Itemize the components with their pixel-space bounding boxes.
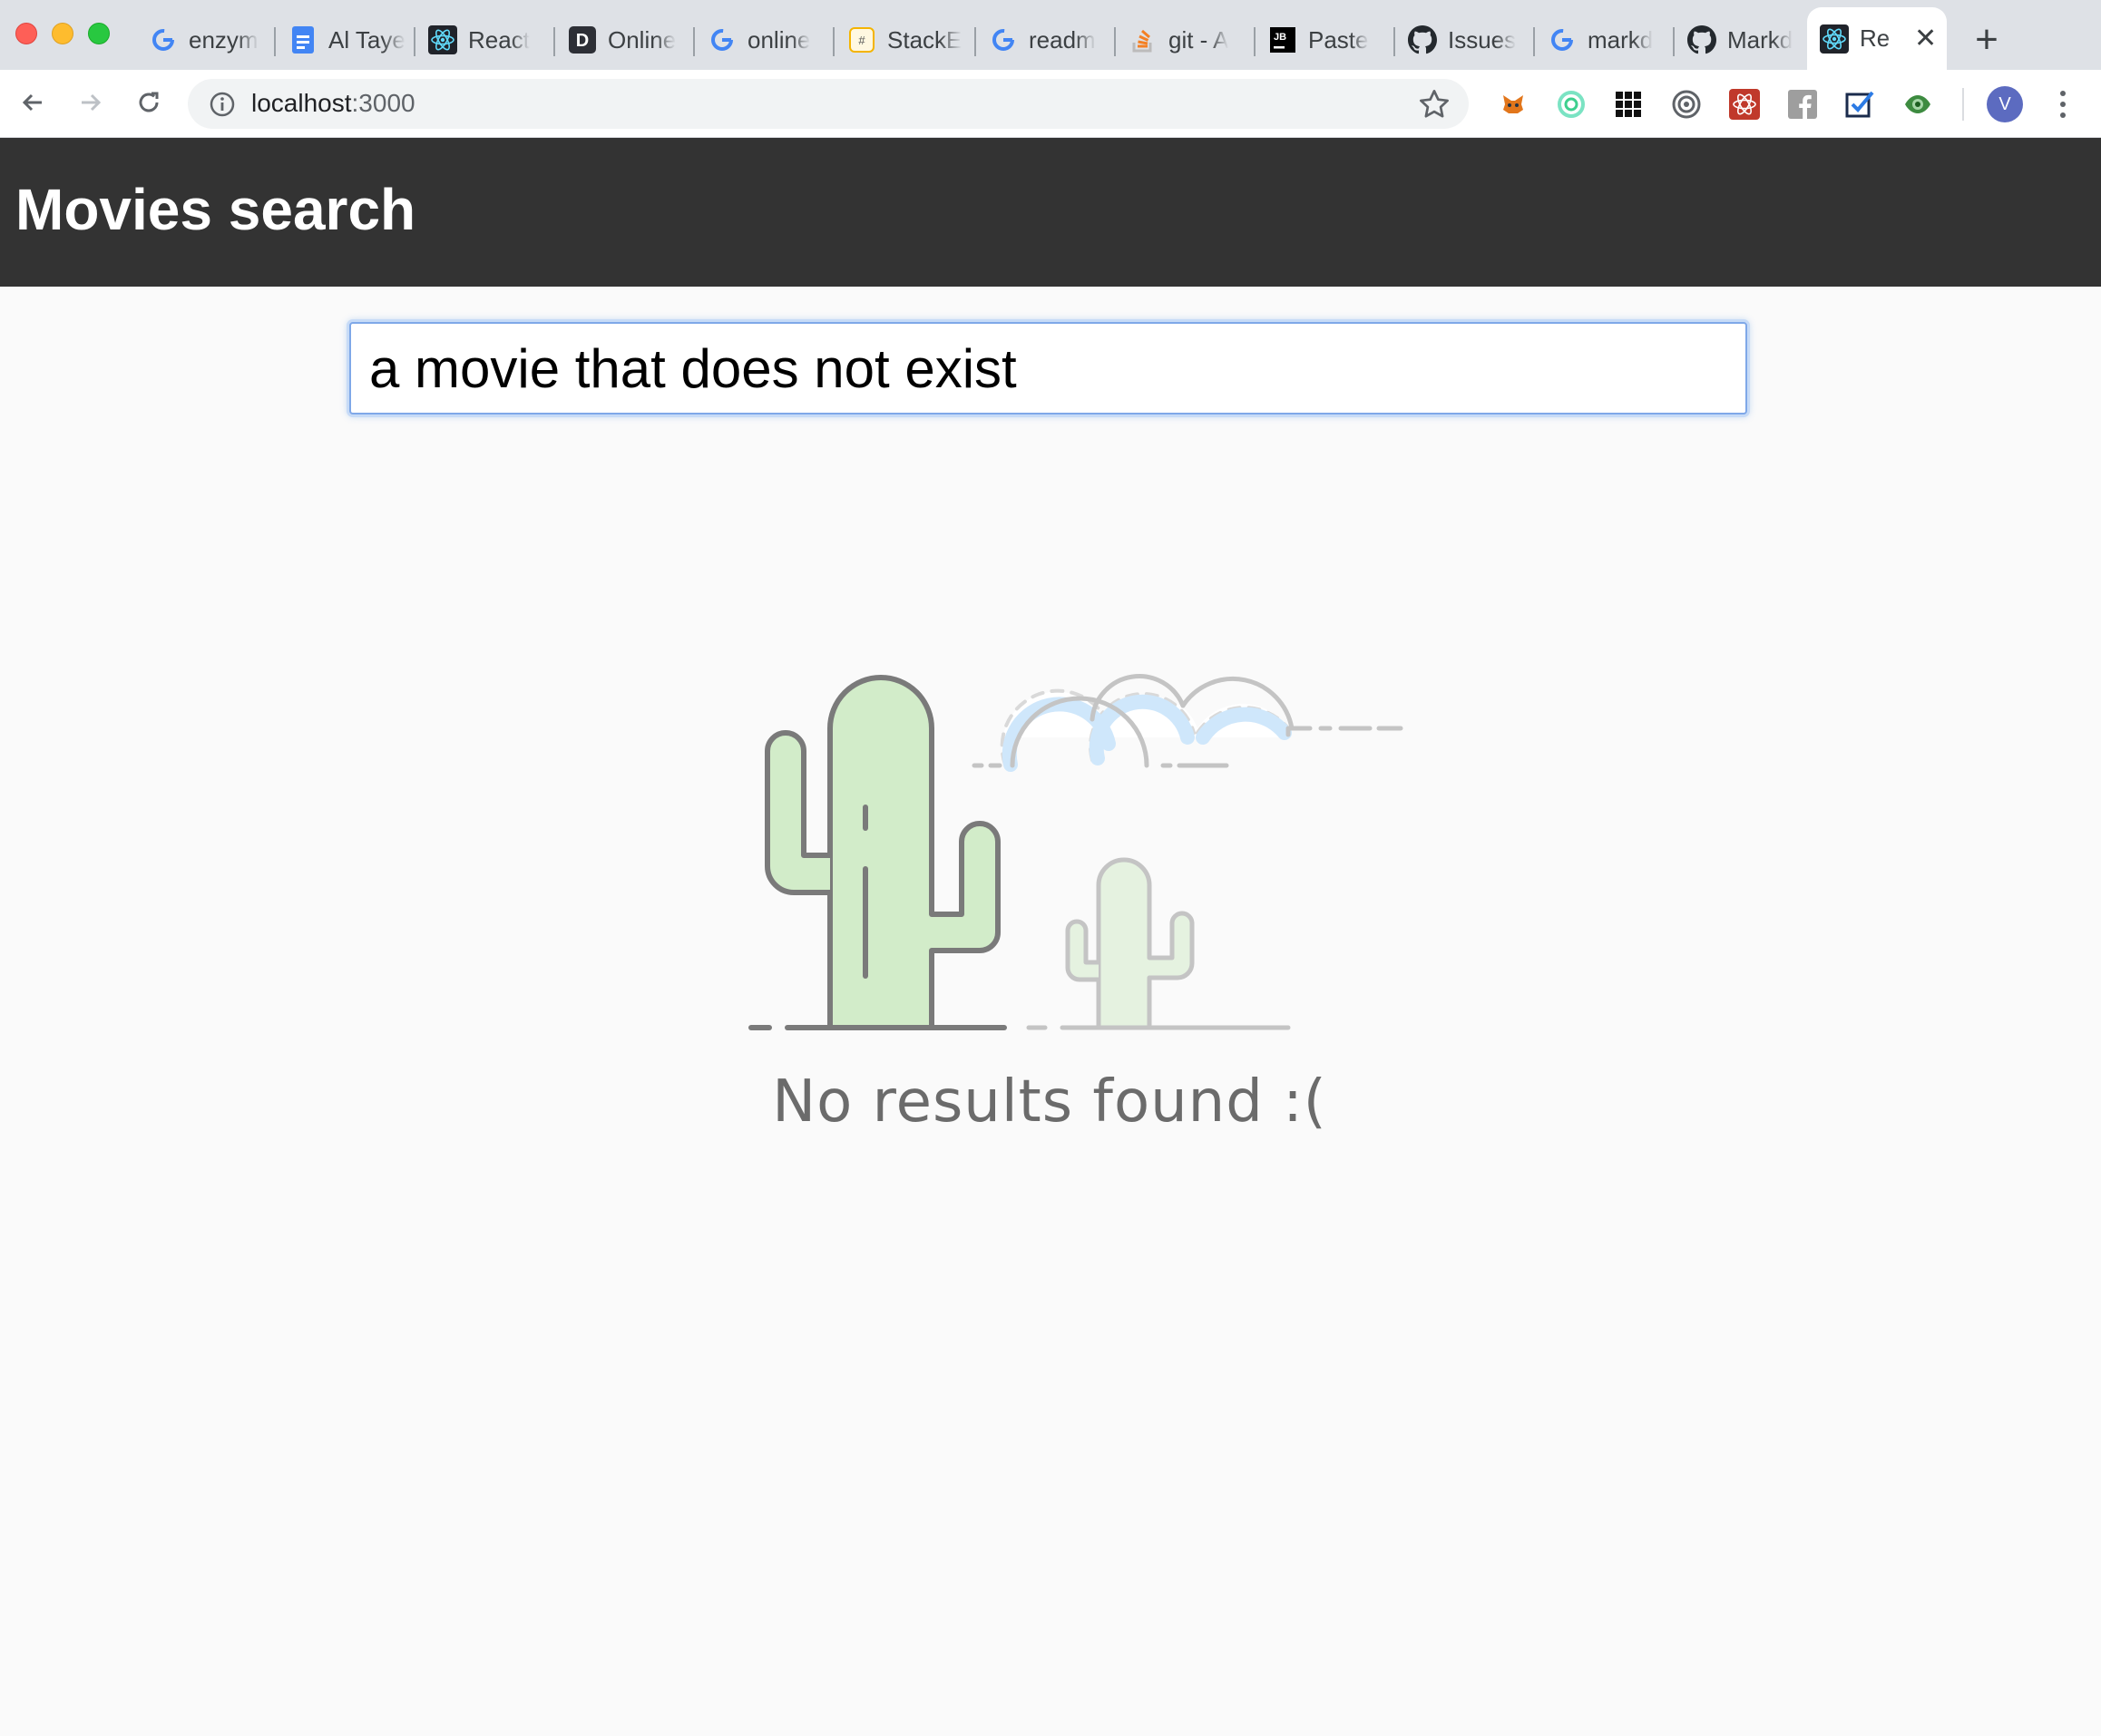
info-icon[interactable] [208,90,237,119]
minimize-window-button[interactable] [52,23,73,44]
new-tab-button[interactable]: + [1969,16,2005,63]
tab-active-react-app[interactable]: Re ✕ [1807,7,1947,70]
tab-git[interactable]: git - A [1116,16,1252,63]
url-port: :3000 [351,89,415,117]
small-cactus [1065,857,1195,1030]
reload-button[interactable] [127,81,171,124]
stackoverflow-icon [1129,25,1158,54]
google-docs-icon [288,25,318,54]
stackedit-icon: # [847,25,876,54]
tab-online-google[interactable]: online [695,16,831,63]
react-icon [1820,24,1849,54]
clouds [972,674,1403,772]
no-results-message: No results found :( [772,1068,1327,1136]
tab-al-taye[interactable]: Al Taye [276,16,412,63]
tab-stackedit[interactable]: # StackE [835,16,972,63]
tab-strip: enzym Al Taye React D Online online # St… [0,0,2101,70]
arrow-left-icon [22,93,42,112]
jetbrains-icon: JB [1268,25,1297,54]
toolbar-divider [1962,88,1964,121]
metamask-icon[interactable] [1495,86,1531,122]
tab-react[interactable]: React [415,16,552,63]
tab-markdown-google[interactable]: markd [1535,16,1671,63]
svg-text:JB: JB [1274,32,1286,43]
browser-toolbar: localhost:3000 V [0,70,2101,138]
cactus-illustration [748,674,1403,1030]
tab-title: markd [1588,25,1654,54]
arrow-right-icon [82,93,102,112]
tab-readme[interactable]: readm [976,16,1112,63]
google-icon [1548,25,1577,54]
page-title: Movies search [15,177,416,242]
more-menu-icon[interactable] [2052,84,2074,124]
tab-title: enzym [189,25,259,54]
tab-title: React [468,25,530,54]
forward-button[interactable] [69,81,112,124]
close-window-button[interactable] [15,23,37,44]
tab-enzyme[interactable]: enzym [136,16,274,63]
reload-icon [139,92,159,112]
search-input[interactable] [349,322,1747,414]
d-logo-icon: D [568,25,597,54]
tab-paste[interactable]: JB Paste [1256,16,1392,63]
google-icon [149,25,178,54]
github-icon [1408,25,1437,54]
tab-issues[interactable]: Issues [1395,16,1531,63]
profile-avatar[interactable]: V [1987,86,2023,122]
empty-state: No results found :( [584,542,1515,1235]
checkbox-extension-icon[interactable] [1842,86,1878,122]
svg-text:D: D [576,31,589,51]
tab-title: Markd [1727,25,1793,54]
tab-title: git - A [1168,25,1229,54]
star-icon[interactable] [1418,88,1451,121]
tab-title: readm [1029,25,1096,54]
facebook-icon[interactable] [1784,86,1821,122]
big-cactus [765,675,1001,1030]
google-icon [708,25,737,54]
tab-title: StackE [887,25,963,54]
tab-markdown-github[interactable]: Markd [1675,16,1811,63]
close-tab-icon[interactable]: ✕ [1914,23,1937,54]
react-icon [428,25,457,54]
circle-extension-icon[interactable] [1553,86,1589,122]
react-devtools-icon[interactable] [1726,86,1763,122]
eye-extension-icon[interactable] [1900,86,1936,122]
tab-title: Issues [1448,25,1517,54]
back-button[interactable] [11,81,54,124]
tab-title: online [748,25,811,54]
zoom-window-button[interactable] [88,23,110,44]
url-host: localhost [251,89,352,117]
tab-title: Paste [1308,25,1369,54]
address-bar[interactable]: localhost:3000 [188,79,1469,129]
url-text[interactable]: localhost:3000 [251,89,415,118]
target-extension-icon[interactable] [1668,86,1705,122]
tab-online-d[interactable]: D Online [555,16,691,63]
tab-title: Online [608,25,677,54]
tab-title: Al Taye [328,25,406,54]
app-header: Movies search [0,138,2101,287]
svg-text:#: # [858,34,865,47]
grid-extension-icon[interactable] [1610,86,1647,122]
tab-title: Re [1860,24,1891,52]
google-icon [989,25,1018,54]
github-icon [1687,25,1716,54]
